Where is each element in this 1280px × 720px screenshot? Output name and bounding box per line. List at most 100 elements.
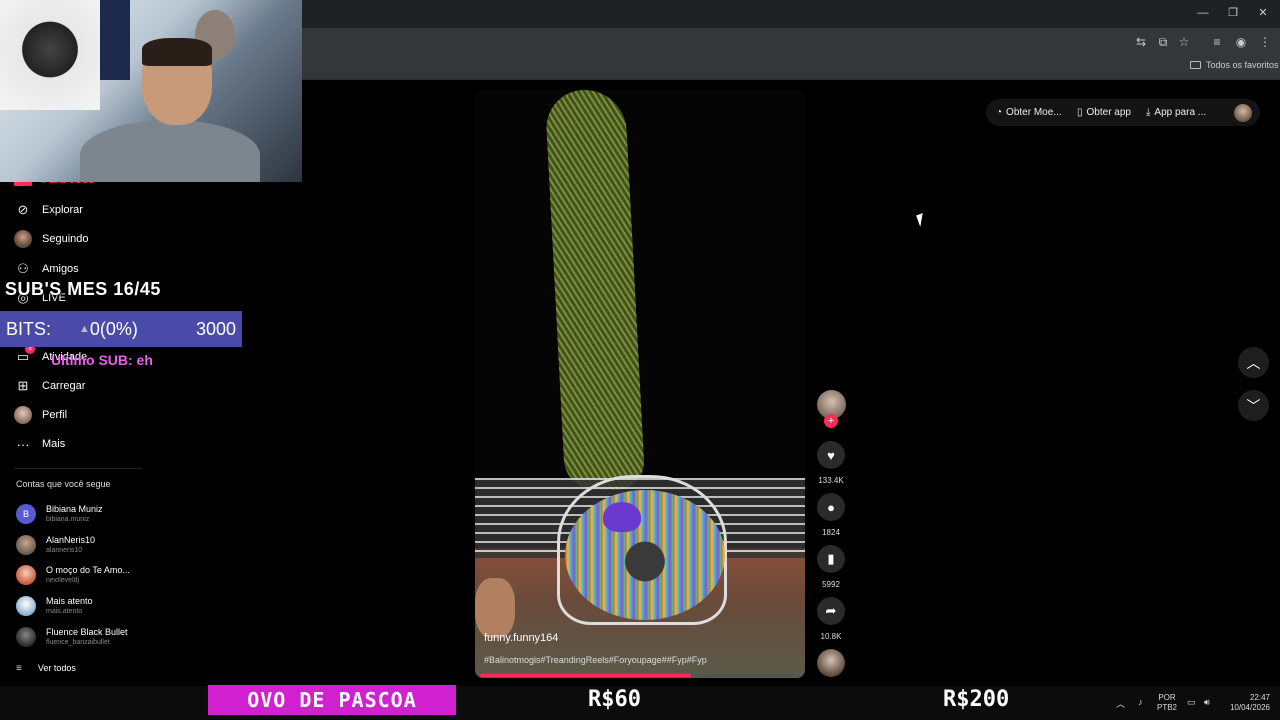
app-for-label: App para ... (1154, 106, 1207, 118)
menu-icon[interactable]: ⋮ (1256, 34, 1274, 50)
bits-goal: 3000 (195, 318, 236, 339)
close-icon[interactable]: ✕ (1248, 4, 1278, 22)
account-handle: fluence_banzaibullet (46, 639, 110, 646)
video-progress[interactable] (480, 674, 800, 677)
share-button[interactable]: ➦ (817, 597, 845, 625)
video-username[interactable]: funny.funny164 (484, 632, 558, 644)
sidebar-item-mais[interactable]: ··· Mais (14, 433, 66, 455)
account-item[interactable]: Mais atento mais.atento (16, 594, 93, 618)
profile-avatar (14, 406, 32, 424)
clock-date: 10/04/2026 (1229, 703, 1270, 712)
video-player[interactable] (475, 90, 805, 678)
keyboard-language[interactable]: POR PTB2 (1157, 693, 1177, 713)
heart-icon: ♥ (827, 447, 835, 463)
install-app-icon[interactable]: ⧉ (1154, 34, 1172, 50)
language-code: POR (1158, 693, 1176, 702)
star-icon[interactable]: ☆ (1175, 34, 1193, 50)
account-avatar: B (16, 504, 36, 524)
account-item[interactable]: B Bibiana Muniz bibiana.muniz (16, 502, 103, 526)
sidebar-item-carregar[interactable]: ⊞ Carregar (14, 375, 86, 397)
comment-icon: ● (827, 499, 835, 515)
sidebar-item-seguindo[interactable]: Seguindo (14, 228, 89, 250)
bits-goal-bar: BITS: ▲ 0(0%) 3000 (0, 311, 242, 347)
next-video-button[interactable]: ﹀ (1238, 390, 1269, 421)
following-avatar (14, 230, 32, 248)
bits-label: BITS: (6, 318, 52, 339)
upload-icon: ⊞ (17, 378, 29, 393)
account-name: O moço do Te Amo... (46, 565, 130, 575)
get-coins-button[interactable]: ◔ Obter Moe... (996, 101, 1062, 123)
coin-icon: ◔ (996, 106, 1003, 118)
clock-time: 22:47 (1249, 693, 1270, 702)
user-avatar[interactable] (1234, 104, 1252, 122)
sidebar-item-label: Seguindo (42, 233, 89, 245)
video-reel-knob (603, 502, 641, 532)
get-app-button[interactable]: ▯ Obter app (1077, 101, 1131, 123)
following-accounts-title: Contas que você segue (16, 479, 111, 489)
bookmarks-folder-label: Todos os favoritos (1206, 60, 1279, 70)
video-hashtags[interactable]: #Balinotmogis#TreandingReels#Foryoupage#… (484, 655, 707, 665)
share-count: 10.8K (820, 632, 842, 641)
profile-icon[interactable]: ◉ (1232, 34, 1250, 50)
easter-egg-banner: OVO DE PASCOA (208, 685, 456, 715)
sidebar-item-label: Perfil (42, 409, 68, 421)
account-handle: alanneris10 (46, 547, 83, 554)
sidebar-item-label: Amigos (42, 263, 79, 275)
bookmark-icon: ▮ (827, 551, 835, 566)
video-reel (565, 490, 725, 620)
taskbar-clock[interactable]: 22:47 10/04/2026 (1222, 693, 1270, 713)
sidebar-item-amigos[interactable]: ⚇ Amigos (14, 258, 79, 280)
account-item[interactable]: AlanNeris10 alanneris10 (16, 533, 95, 557)
microphone-icon[interactable]: ♪ (1138, 697, 1143, 707)
music-disc[interactable] (817, 649, 845, 677)
chevron-down-icon: ﹀ (1246, 397, 1261, 414)
minimize-icon[interactable]: — (1188, 4, 1218, 22)
account-item[interactable]: O moço do Te Amo... nextleveldj (16, 563, 130, 587)
bits-value: 0(0%) (89, 318, 138, 339)
previous-video-button[interactable]: ︿ (1238, 347, 1269, 378)
friends-icon: ⚇ (17, 261, 29, 276)
chevron-up-icon: ︿ (1246, 354, 1261, 371)
translate-icon[interactable]: ⇆ (1132, 34, 1150, 50)
account-avatar (16, 565, 36, 585)
keyboard-layout: PTB2 (1157, 703, 1178, 712)
follow-plus-icon[interactable]: + (824, 414, 838, 428)
like-count: 133.4K (818, 476, 844, 485)
account-handle: bibiana.muniz (46, 516, 90, 523)
share-icon: ➦ (825, 603, 837, 618)
account-avatar (16, 535, 36, 555)
like-button[interactable]: ♥ (817, 441, 845, 469)
subs-counter: SUB'S MES 16/45 (5, 279, 161, 299)
sidebar-item-perfil[interactable]: Perfil (14, 404, 67, 426)
all-bookmarks-button[interactable]: Todos os favoritos (1190, 60, 1279, 70)
account-name: AlanNeris10 (46, 535, 96, 545)
app-for-button[interactable]: ⤓ App para ... (1146, 101, 1206, 123)
triangle-up-icon: ▲ (79, 323, 90, 335)
webcam-person-shirt (80, 120, 260, 182)
see-all-link[interactable]: ≡ Ver todos (16, 656, 76, 680)
account-name: Mais atento (46, 596, 93, 606)
monitor-icon[interactable]: ▭ (1187, 697, 1196, 708)
account-item[interactable]: Fluence Black Bullet fluence_banzaibulle… (16, 625, 128, 649)
mouse-cursor-icon (916, 213, 927, 227)
webcam-person-hair (142, 38, 212, 66)
comment-button[interactable]: ● (817, 493, 845, 521)
price-goal-2: R$200 (943, 687, 1010, 712)
webcam-poster-small (100, 0, 130, 80)
reading-list-icon[interactable]: ≡ (1208, 34, 1226, 50)
activity-icon: ▭ 3 (14, 344, 35, 366)
account-name: Fluence Black Bullet (46, 627, 128, 637)
sidebar-item-label: Explorar (42, 204, 83, 216)
folder-icon (1190, 61, 1201, 69)
get-app-label: Obter app (1086, 106, 1131, 118)
tray-chevron-up-icon[interactable]: ︿ (1116, 697, 1125, 710)
webcam-overlay (0, 0, 302, 182)
save-button[interactable]: ▮ (817, 545, 845, 573)
sidebar-item-label: Carregar (42, 380, 86, 392)
account-handle: mais.atento (46, 608, 83, 615)
volume-icon[interactable]: 🔊︎ (1204, 697, 1210, 708)
sidebar-item-label: Mais (42, 438, 66, 450)
compass-icon: ⊘ (17, 202, 29, 217)
sidebar-item-explorar[interactable]: ⊘ Explorar (14, 199, 83, 221)
restore-icon[interactable]: ❐ (1218, 4, 1248, 22)
